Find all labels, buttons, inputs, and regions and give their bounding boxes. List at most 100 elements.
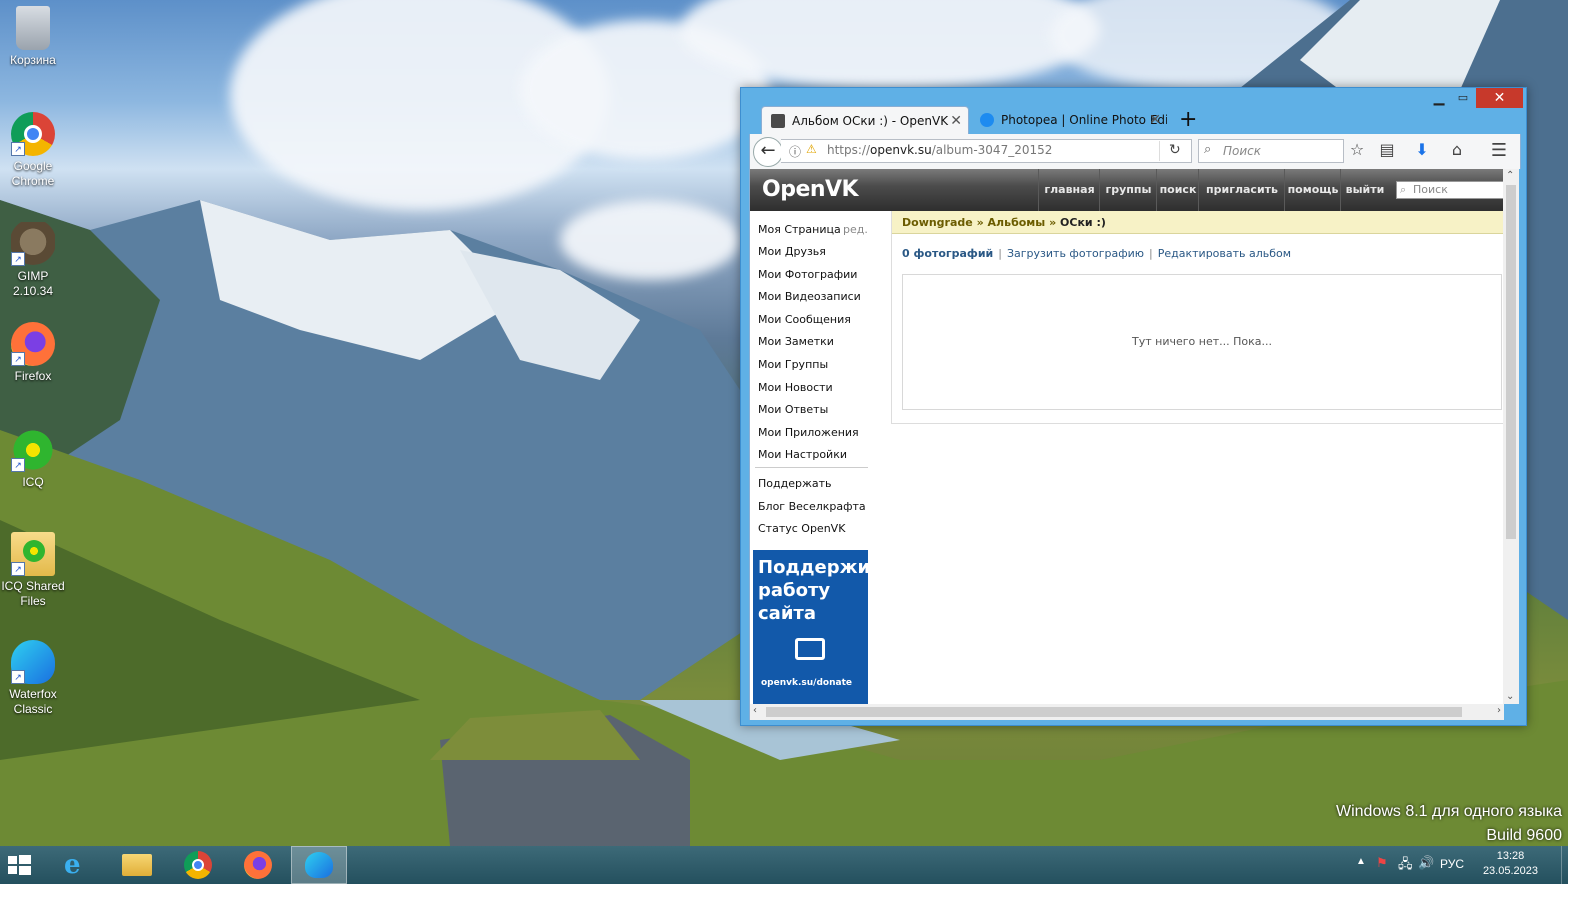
tab-photopea[interactable]: Photopea | Online Photo Edi ✕ bbox=[971, 106, 1167, 134]
new-tab-icon[interactable]: + bbox=[1179, 107, 1197, 133]
clock-time: 13:28 bbox=[1496, 850, 1525, 862]
empty-message: Тут ничего нет... Пока... bbox=[1132, 335, 1272, 348]
search-icon: ⌕ bbox=[1400, 183, 1407, 196]
browser-search-box[interactable]: ⌕ Поиск bbox=[1198, 139, 1344, 163]
edit-album-link[interactable]: Редактировать альбом bbox=[1158, 247, 1291, 260]
shortcut-arrow-icon: ↗ bbox=[11, 562, 25, 576]
openvk-logo[interactable]: OpenVK bbox=[762, 177, 859, 202]
desktop-icon-label: Google Chrome bbox=[11, 159, 55, 188]
album-actions: 0 фотографий | Загрузить фотографию | Редакт… bbox=[902, 247, 1292, 260]
taskbar-waterfox[interactable] bbox=[291, 846, 347, 884]
tab-openvk-album[interactable]: Альбом ОСки :) - OpenVK ✕ bbox=[761, 106, 969, 134]
input-language-indicator[interactable]: РУС bbox=[1440, 857, 1464, 871]
insecure-warning-icon[interactable]: ⚠ bbox=[806, 142, 817, 156]
desktop-icon-gimp[interactable]: ↗ GIMP 2.10.34 bbox=[0, 222, 66, 299]
shortcut-arrow-icon: ↗ bbox=[11, 352, 25, 366]
donate-banner-text: Поддержи работу сайта bbox=[758, 557, 871, 624]
gimp-icon: ↗ bbox=[11, 222, 55, 266]
sidebar-item-status[interactable]: Статус OpenVK bbox=[758, 522, 845, 535]
tab-title: Альбом ОСки :) - OpenVK bbox=[792, 114, 949, 128]
desktop-icon-label: ICQ Shared Files bbox=[1, 579, 65, 608]
internet-explorer-icon: e bbox=[64, 850, 81, 880]
sidebar-item-messages[interactable]: Мои Сообщения bbox=[758, 313, 851, 326]
show-hidden-icons-icon[interactable]: ▲ bbox=[1356, 856, 1366, 867]
taskbar-internet-explorer[interactable]: e bbox=[48, 846, 104, 884]
clock-date: 23.05.2023 bbox=[1482, 865, 1538, 877]
navigation-toolbar: ← ⓘ ⚠ https://openvk.su/album-3047_20152… bbox=[749, 134, 1521, 169]
nav-search[interactable]: поиск bbox=[1156, 169, 1199, 211]
address-bar[interactable]: ⓘ ⚠ https://openvk.su/album-3047_20152 ↻ bbox=[781, 139, 1192, 163]
close-tab-icon[interactable]: ✕ bbox=[950, 107, 962, 134]
sidebar-item-blog[interactable]: Блог Веселкрафта bbox=[758, 500, 866, 513]
desktop-icon-chrome[interactable]: ↗ Google Chrome bbox=[0, 112, 66, 189]
scroll-left-icon[interactable]: ‹ bbox=[753, 705, 757, 716]
nav-invite[interactable]: пригласить bbox=[1198, 169, 1285, 211]
scroll-up-icon[interactable]: ⌃ bbox=[1506, 170, 1514, 181]
photopea-favicon-icon bbox=[980, 113, 994, 127]
taskbar-file-explorer[interactable] bbox=[108, 846, 164, 884]
clock[interactable]: 13:28 23.05.2023 bbox=[1483, 849, 1538, 879]
horizontal-scroll-thumb[interactable] bbox=[766, 707, 1462, 717]
taskbar-chrome[interactable] bbox=[170, 846, 226, 884]
nav-logout[interactable]: выйти bbox=[1340, 169, 1389, 211]
waterfox-icon bbox=[305, 852, 333, 878]
close-tab-icon[interactable]: ✕ bbox=[1149, 106, 1161, 134]
desktop-icon-label: Корзина bbox=[10, 53, 56, 67]
vertical-scrollbar[interactable]: ⌃ ⌄ bbox=[1503, 169, 1519, 704]
back-button[interactable]: ← bbox=[753, 137, 783, 167]
breadcrumb: Downgrade » Альбомы » ОСки :) bbox=[892, 211, 1504, 234]
sidebar-item-groups[interactable]: Мои Группы bbox=[758, 358, 828, 371]
info-icon[interactable]: ⓘ bbox=[789, 143, 801, 160]
sidebar-item-donate[interactable]: Поддержать bbox=[758, 477, 832, 490]
desktop-icon-label: Waterfox Classic bbox=[9, 687, 57, 716]
reading-list-icon[interactable]: ▤ bbox=[1376, 140, 1398, 159]
horizontal-scrollbar[interactable]: ‹ › bbox=[749, 704, 1504, 720]
nav-home[interactable]: главная bbox=[1038, 169, 1100, 211]
desktop-icon-label: Firefox bbox=[14, 369, 52, 383]
upload-photo-link[interactable]: Загрузить фотографию bbox=[1007, 247, 1144, 260]
nav-help[interactable]: помощь bbox=[1284, 169, 1341, 211]
site-header: OpenVK главная группы поиск пригласить п… bbox=[750, 169, 1504, 211]
breadcrumb-albums-link[interactable]: Альбомы bbox=[988, 216, 1046, 229]
breadcrumb-separator: » bbox=[1049, 216, 1057, 229]
nav-groups[interactable]: группы bbox=[1099, 169, 1157, 211]
sidebar-item-my-page[interactable]: Моя Страница bbox=[758, 223, 841, 236]
album-content: Downgrade » Альбомы » ОСки :) 0 фотограф… bbox=[891, 211, 1504, 424]
menu-icon[interactable]: ☰ bbox=[1488, 140, 1510, 161]
bookmark-star-icon[interactable]: ☆ bbox=[1346, 140, 1368, 159]
sidebar-item-answers[interactable]: Мои Ответы bbox=[758, 403, 828, 416]
desktop-icon-label: ICQ bbox=[22, 475, 44, 489]
site-search-input[interactable]: ⌕ Поиск bbox=[1396, 181, 1504, 199]
desktop-icon-icq[interactable]: ↗ ICQ bbox=[0, 428, 66, 490]
vertical-scroll-thumb[interactable] bbox=[1506, 185, 1516, 539]
action-center-flag-icon[interactable]: ⚑ bbox=[1376, 855, 1388, 871]
volume-icon[interactable]: 🔊 bbox=[1418, 855, 1434, 871]
network-icon[interactable]: 🖧 bbox=[1398, 855, 1413, 877]
donate-banner[interactable]: Поддержи работу сайта openvk.su/donate bbox=[753, 550, 871, 704]
taskbar: e ▲ ⚑ 🖧 🔊 РУС 13:28 23.05.2023 bbox=[0, 846, 1568, 884]
desktop-icon-recycle-bin[interactable]: Корзина bbox=[0, 6, 66, 68]
show-desktop-button[interactable] bbox=[1561, 846, 1568, 884]
site-search-placeholder: Поиск bbox=[1413, 183, 1448, 196]
sidebar-item-news[interactable]: Мои Новости bbox=[758, 381, 833, 394]
downloads-icon[interactable]: ⬇ bbox=[1411, 140, 1433, 159]
desktop-icon-waterfox[interactable]: ↗ Waterfox Classic bbox=[0, 640, 66, 717]
breadcrumb-current: ОСки :) bbox=[1060, 216, 1106, 229]
sidebar-item-apps[interactable]: Мои Приложения bbox=[758, 426, 859, 439]
sidebar-edit-link[interactable]: ред. bbox=[843, 223, 868, 236]
sidebar-item-photos[interactable]: Мои Фотографии bbox=[758, 268, 857, 281]
desktop-icon-firefox[interactable]: ↗ Firefox bbox=[0, 322, 66, 384]
reload-icon[interactable]: ↻ bbox=[1169, 142, 1181, 158]
sidebar-item-notes[interactable]: Мои Заметки bbox=[758, 335, 834, 348]
scroll-right-icon[interactable]: › bbox=[1497, 705, 1501, 716]
photos-container: Тут ничего нет... Пока... bbox=[902, 274, 1502, 410]
sidebar-item-friends[interactable]: Мои Друзья bbox=[758, 245, 826, 258]
taskbar-firefox[interactable] bbox=[230, 846, 286, 884]
sidebar-item-settings[interactable]: Мои Настройки bbox=[758, 448, 847, 461]
home-icon[interactable]: ⌂ bbox=[1446, 140, 1468, 159]
desktop-icon-icq-shared-files[interactable]: ↗ ICQ Shared Files bbox=[0, 532, 66, 609]
breadcrumb-group-link[interactable]: Downgrade bbox=[902, 216, 973, 229]
sidebar-item-videos[interactable]: Мои Видеозаписи bbox=[758, 290, 861, 303]
scroll-down-icon[interactable]: ⌄ bbox=[1506, 691, 1514, 702]
icq-shared-files-icon: ↗ bbox=[11, 532, 55, 576]
